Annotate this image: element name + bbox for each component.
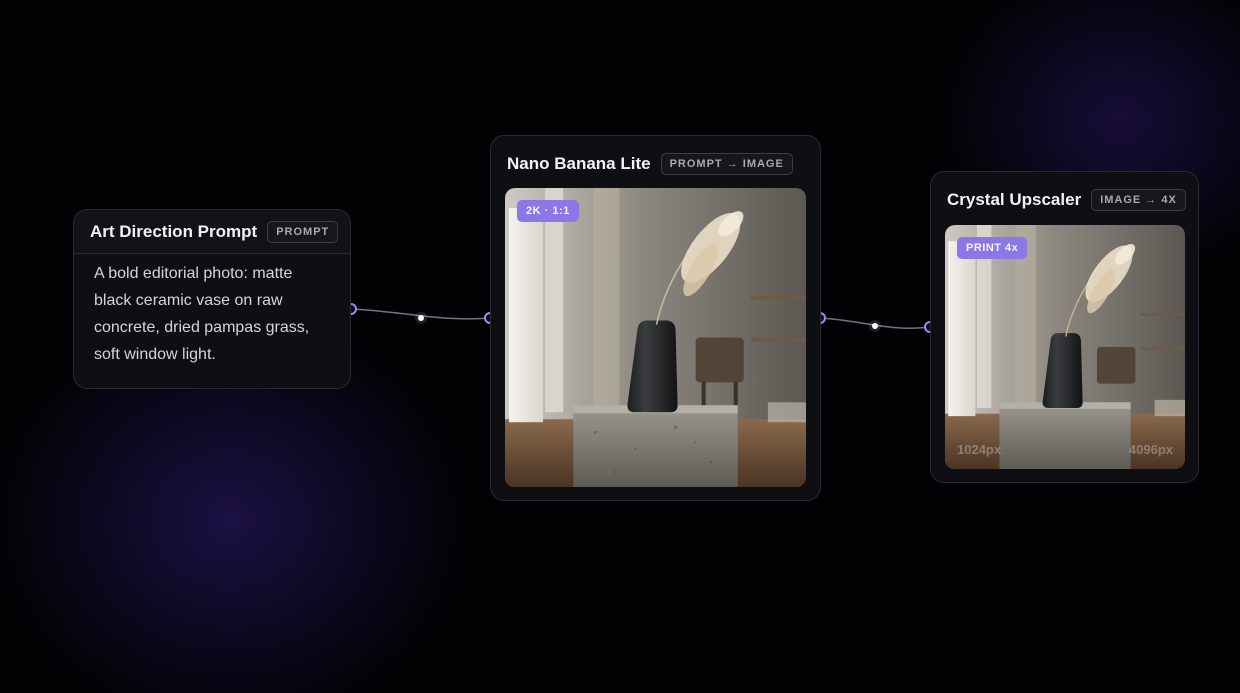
node-title: Art Direction Prompt: [90, 221, 258, 241]
wire-pulse-dot: [872, 323, 878, 329]
wire-generator-to-upscaler[interactable]: [819, 317, 931, 329]
node-header[interactable]: Crystal Upscaler IMAGE → 4X: [931, 172, 1198, 226]
wire-pulse-dot: [415, 312, 427, 324]
generated-image[interactable]: 2K · 1:1: [505, 188, 806, 487]
node-type-badge: PROMPT → IMAGE: [660, 153, 793, 175]
source-size-label: 1024px: [957, 442, 1002, 457]
wire-prompt-to-generator[interactable]: [350, 308, 491, 320]
node-header[interactable]: Art Direction Prompt PROMPT: [74, 210, 350, 254]
print-size-chip: PRINT 4x: [957, 237, 1028, 259]
node-title: Crystal Upscaler: [947, 190, 1082, 209]
node-header[interactable]: Nano Banana Lite PROMPT → IMAGE: [491, 136, 820, 190]
vase-photo: [505, 188, 806, 487]
prompt-node[interactable]: Art Direction Prompt PROMPT A bold edito…: [73, 209, 351, 389]
prompt-text[interactable]: A bold editorial photo: matte black cera…: [74, 254, 350, 368]
workflow-canvas[interactable]: Art Direction Prompt PROMPT A bold edito…: [0, 0, 1240, 693]
upscaler-node[interactable]: Crystal Upscaler IMAGE → 4X PRINT 4x 102…: [930, 171, 1199, 483]
wire-pulse-dot: [418, 315, 424, 321]
node-type-badge: IMAGE → 4X: [1091, 189, 1186, 211]
upscaled-image[interactable]: PRINT 4x 1024px 4096px: [945, 225, 1185, 469]
wire-pulse-dot: [869, 320, 881, 332]
image-generator-node[interactable]: Nano Banana Lite PROMPT → IMAGE 2K · 1:1: [490, 135, 821, 501]
node-type-badge: PROMPT: [267, 220, 339, 243]
resolution-chip: 2K · 1:1: [517, 200, 579, 222]
output-size-label: 4096px: [1128, 442, 1173, 457]
node-title: Nano Banana Lite: [507, 154, 651, 173]
vase-photo: [945, 225, 1185, 469]
